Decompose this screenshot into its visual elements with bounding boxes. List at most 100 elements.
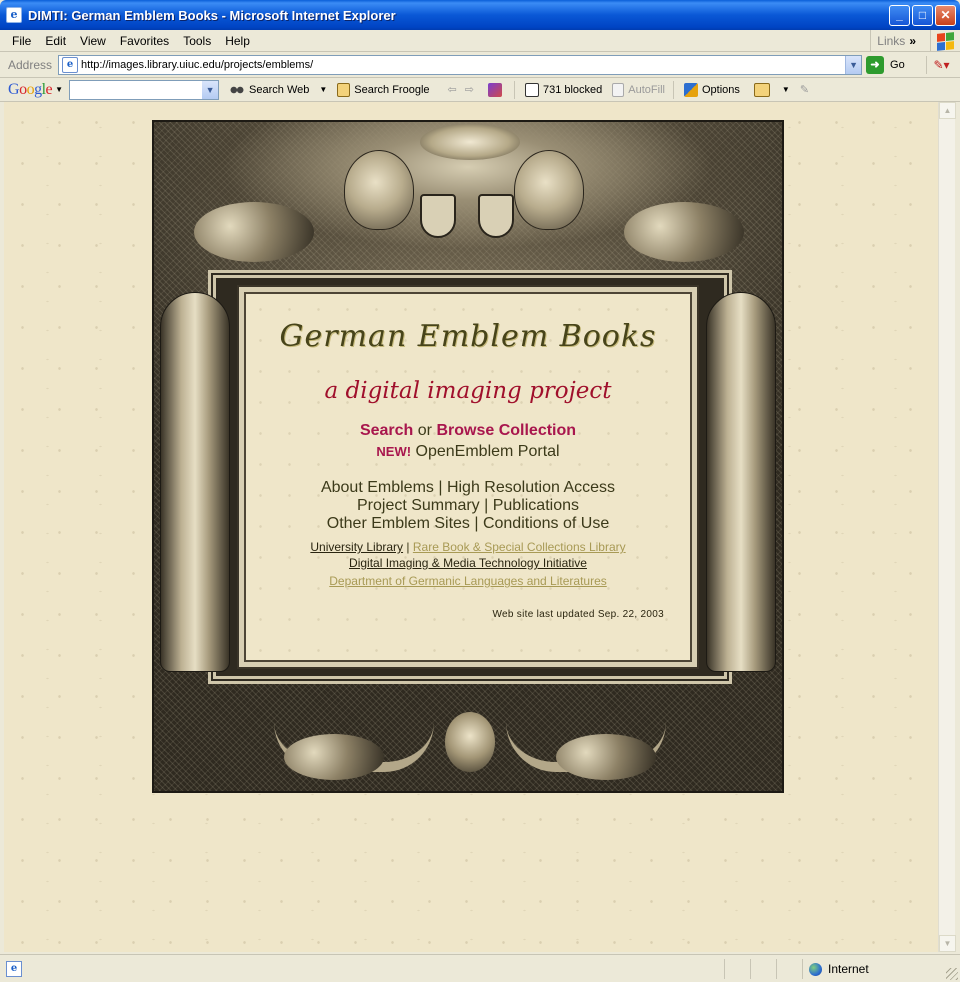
logo-letter: G [8,80,20,98]
menu-favorites[interactable]: Favorites [113,34,176,48]
google-logo[interactable]: Google [0,80,53,99]
options-button[interactable]: Options [683,82,740,97]
left-shield [420,194,456,238]
last-updated-text: Web site last updated Sep. 22, 2003 [492,609,664,620]
window-controls: _ □ ✕ [889,5,956,26]
maximize-button[interactable]: □ [912,5,933,26]
froogle-bag-icon [337,82,351,97]
vertical-scrollbar[interactable]: ▲ ▼ [938,102,956,952]
address-bar: Address e http://images.library.uiuc.edu… [0,53,960,78]
menu-edit[interactable]: Edit [38,34,73,48]
new-badge: NEW! [376,444,412,459]
right-caryatid-figure [706,292,776,672]
windows-logo-icon [930,30,960,52]
resize-grip-icon[interactable] [946,968,958,980]
menu-help[interactable]: Help [218,34,257,48]
globe-icon [809,962,822,976]
history-back-icon[interactable]: ⇦ [448,83,457,96]
google-search-input[interactable]: ▼ [69,79,220,100]
right-fruit-garland [624,202,744,262]
popup-blocker-button[interactable]: 731 blocked [524,82,603,97]
university-library-link[interactable]: University Library [310,540,403,554]
scroll-down-icon[interactable]: ▼ [939,935,956,952]
germanic-line: Department of Germanic Languages and Lit… [246,574,690,588]
status-panel [724,959,750,979]
rare-book-library-link[interactable]: Rare Book & Special Collections Library [413,540,626,554]
go-button[interactable]: ➜ Go [866,56,905,74]
close-button[interactable]: ✕ [935,5,956,26]
menu-view[interactable]: View [73,34,113,48]
popup-blocked-count: 731 blocked [542,83,603,96]
toolbar-separator [513,80,515,99]
popup-blocker-icon [524,82,539,97]
bottom-right-fruit [556,734,656,780]
folder-caret-icon[interactable]: ▼ [782,85,790,94]
go-arrow-icon: ➜ [866,56,885,74]
bottom-mask-ornament [445,712,495,772]
status-panel [750,959,776,979]
library-links-line: University Library | Rare Book & Special… [246,540,690,554]
address-url[interactable]: http://images.library.uiuc.edu/projects/… [81,59,845,71]
openemblem-portal-link[interactable]: OpenEmblem Portal [416,443,560,460]
minimize-button[interactable]: _ [889,5,910,26]
dimti-line: Digital Imaging & Media Technology Initi… [246,556,690,570]
autofill-label: AutoFill [628,83,665,96]
logo-letter: o [19,80,27,98]
acrobat-icon[interactable]: ✎▾ [926,56,956,74]
nav-sites-conditions[interactable]: Other Emblem Sites | Conditions of Use [246,515,690,533]
or-text: or [417,422,433,439]
portal-line: NEW! OpenEmblem Portal [246,443,690,461]
window-title: DIMTI: German Emblem Books - Microsoft I… [28,7,396,23]
search-web-label: Search Web [249,83,310,96]
go-label: Go [890,59,905,71]
page-title: German Emblem Books [279,319,657,354]
logo-letter: e [45,80,53,98]
history-forward-icon[interactable]: ⇨ [465,83,474,96]
links-label[interactable]: Links [871,34,909,48]
highlighter-icon[interactable]: ✎ [800,83,809,96]
dove-emblem [420,124,520,160]
binoculars-icon [229,82,246,97]
right-cherub [514,150,584,230]
logo-letter: o [26,80,35,98]
status-panels: Internet [724,959,944,979]
page-content: German Emblem Books a digital imaging pr… [4,102,938,952]
google-menu-caret-icon[interactable]: ▼ [55,85,63,94]
security-zone: Internet [802,959,944,979]
right-shield [478,194,514,238]
links-chevron-icon[interactable]: » [909,34,930,48]
left-caryatid-figure [160,292,230,672]
autofill-icon [612,82,625,97]
left-cherub [344,150,414,230]
address-label: Address [8,58,53,72]
menu-tools[interactable]: Tools [176,34,218,48]
menu-file[interactable]: File [0,34,38,48]
page-subtitle: a digital imaging project [324,378,612,404]
browse-collection-link[interactable]: Browse Collection [436,422,576,439]
pagerank-graphic [487,82,502,97]
address-dropdown-icon[interactable]: ▼ [845,56,862,74]
search-link[interactable]: Search [360,422,413,439]
pagerank-icon[interactable] [487,82,506,97]
status-page-icon: e [6,960,22,977]
autofill-button[interactable]: AutoFill [612,82,665,97]
search-browse-line: Search or Browse Collection [246,422,690,440]
up-folder-button[interactable]: ▼ [753,82,790,97]
search-web-button[interactable]: Search Web ▼ [229,82,327,97]
title-bar: e DIMTI: German Emblem Books - Microsoft… [0,0,960,30]
center-text-panel: German Emblem Books a digital imaging pr… [244,292,692,662]
bottom-left-fruit [284,734,384,780]
search-froogle-button[interactable]: Search Froogle [337,82,430,97]
search-web-caret-icon[interactable]: ▼ [319,85,327,94]
scroll-up-icon[interactable]: ▲ [939,102,956,119]
page-icon: e [62,57,79,73]
address-input[interactable]: e http://images.library.uiuc.edu/project… [58,55,863,75]
search-froogle-label: Search Froogle [354,83,430,96]
nav-about-hires[interactable]: About Emblems | High Resolution Access [246,479,690,497]
nav-summary-publications[interactable]: Project Summary | Publications [246,497,690,515]
google-search-dropdown-icon[interactable]: ▼ [202,80,219,99]
options-label: Options [701,83,740,96]
dimti-link[interactable]: Digital Imaging & Media Technology Initi… [349,556,587,570]
germanic-department-link[interactable]: Department of Germanic Languages and Lit… [329,574,607,588]
google-toolbar: Google ▼ ▼ Search Web ▼ Search Froogle ⇦… [0,78,960,102]
